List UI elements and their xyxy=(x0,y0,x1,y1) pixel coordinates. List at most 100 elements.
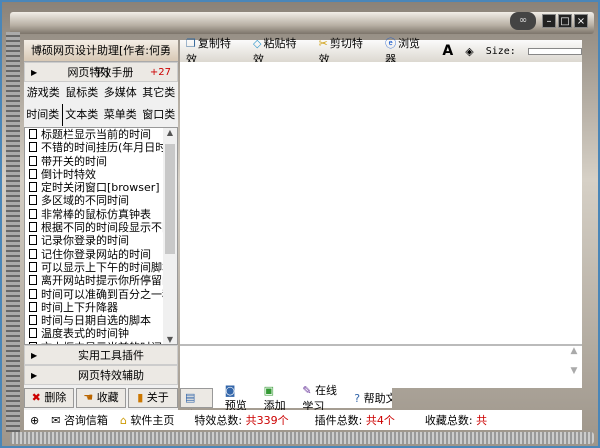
category-tabs: 游戏类 鼠标类 多媒体 其它类 时间类 文本类 菜单类 窗口类 xyxy=(24,82,178,126)
category-tab[interactable]: 菜单类 xyxy=(101,104,140,126)
mail-link[interactable]: ✉ 咨询信箱 xyxy=(51,412,108,428)
list-item-label: 时间可以准确到百分之一秒 xyxy=(41,287,173,301)
about-button[interactable]: ▮ 关于 xyxy=(128,388,178,408)
list-item[interactable]: 根据不同的时间段显示不同 xyxy=(25,221,177,234)
assist-section[interactable]: ▶ 网页特效辅助 xyxy=(24,365,178,385)
favorite-button[interactable]: ☚ 收藏 xyxy=(76,388,126,408)
tools-section[interactable]: ▶ 实用工具插件 xyxy=(24,345,178,365)
preview-area[interactable] xyxy=(180,62,582,344)
tab-label: 帮助文档 xyxy=(363,392,392,405)
list-item[interactable]: 不错的时间挂历(年月日时间 xyxy=(25,141,177,154)
list-item-label: 标题栏显示当前的时间 xyxy=(41,128,151,141)
category-tab[interactable]: 游戏类 xyxy=(24,82,63,104)
toolbar: ❐ 复制特效 ◇ 粘贴特效 ✂ 剪切特效 ⓔ 浏览器 A ◈ Size: xyxy=(180,37,582,66)
list-item-label: 定时关闭窗口[browser] xyxy=(41,181,160,195)
list-item[interactable]: 定时关闭窗口[browser] xyxy=(25,181,177,194)
paste-icon: ◇ xyxy=(253,37,262,50)
list-item-label: 非常棒的鼠标仿真钟表 xyxy=(41,207,151,221)
document-icon: ▤ xyxy=(185,391,196,404)
document-icon xyxy=(29,129,37,139)
document-icon xyxy=(29,315,37,326)
document-icon xyxy=(29,301,37,312)
minimize-button[interactable]: – xyxy=(542,14,556,28)
list-item[interactable]: 多区域的不同时间 xyxy=(25,194,177,207)
category-tab[interactable]: 鼠标类 xyxy=(63,82,102,104)
document-icon xyxy=(29,182,37,193)
door-icon: ▮ xyxy=(137,391,144,404)
tab-help[interactable]: ? 帮助文档 xyxy=(350,390,392,406)
delete-button[interactable]: ✖ 删除 xyxy=(24,388,74,408)
list-item[interactable]: 记住你登录网站的时间 xyxy=(25,248,177,261)
list-item-label: 倒计时特效 xyxy=(41,167,96,181)
size-label: Size: xyxy=(485,45,516,57)
close-button[interactable]: × xyxy=(574,14,588,28)
main-panel: ❐ 复制特效 ◇ 粘贴特效 ✂ 剪切特效 ⓔ 浏览器 A ◈ Size: ▲ ▼ xyxy=(180,37,582,390)
frame-rail xyxy=(6,32,20,432)
effects-total-label: 特效总数: xyxy=(194,414,243,427)
document-icon xyxy=(29,248,37,259)
list-item[interactable]: 非常棒的鼠标仿真钟表 xyxy=(25,208,177,221)
home-link[interactable]: ⌂ 软件主页 xyxy=(120,412,174,428)
status-bar: ⊕ ✉ 咨询信箱 ⌂ 软件主页 特效总数: 共339个 插件总数: 共4个 收藏… xyxy=(24,410,582,430)
document-icon xyxy=(29,168,37,179)
list-item-label: 记录你登录的时间 xyxy=(41,234,129,248)
delete-label: 删除 xyxy=(44,391,67,404)
list-item[interactable]: 温度表式的时间钟 xyxy=(25,327,177,340)
list-scrollbar[interactable]: ▲ ▼ xyxy=(163,128,177,344)
document-icon xyxy=(29,208,37,219)
document-icon xyxy=(29,261,37,272)
paint-bucket-icon[interactable]: ◈ xyxy=(465,45,473,58)
manual-count: +27 xyxy=(149,66,171,78)
manual-label: 网页特效手册 xyxy=(67,66,134,79)
list-item-label: 不错的时间挂历(年月日时间 xyxy=(41,141,178,155)
list-item-label: 记住你登录网站的时间 xyxy=(41,247,151,261)
title-bar[interactable] xyxy=(10,12,594,34)
font-icon[interactable]: A xyxy=(442,43,453,59)
category-tab[interactable]: 其它类 xyxy=(140,82,179,104)
logo-icon: ∞ xyxy=(510,12,536,30)
list-item[interactable]: 倒计时特效 xyxy=(25,168,177,181)
magnifier-icon: ◙ xyxy=(224,383,236,397)
favorites-total-label: 收藏总数: xyxy=(424,414,473,427)
pin-icon: ⊕ xyxy=(30,413,40,427)
expand-icon: ▶ xyxy=(31,350,38,360)
maximize-button[interactable]: □ xyxy=(558,14,572,28)
delete-icon: ✖ xyxy=(31,391,41,404)
list-item[interactable]: 带开关的时间 xyxy=(25,155,177,168)
help-icon: ? xyxy=(354,392,361,405)
document-icon xyxy=(29,155,37,166)
sidebar-title: 博硕网页设计助理[作者:何勇平] xyxy=(24,40,178,79)
manual-section[interactable]: ▶ 网页特效手册 +27 xyxy=(24,62,178,82)
add-icon: ▣ xyxy=(263,383,275,397)
view-tabs: ▤ 代码 ◙ 预览 ▣ 添加 ✎ 在线学习 ? 帮助文档 xyxy=(180,384,392,422)
category-tab[interactable]: 时间类 xyxy=(24,104,63,126)
list-item-label: 离开网站时提示你所停留的 xyxy=(41,274,173,288)
tab-add[interactable]: ▣ 添加 xyxy=(260,384,291,413)
list-item[interactable]: 离开网站时提示你所停留的 xyxy=(25,274,177,287)
list-item[interactable]: 记录你登录的时间 xyxy=(25,234,177,247)
code-textarea[interactable]: ▲ ▼ xyxy=(180,344,582,388)
favorite-label: 收藏 xyxy=(96,391,119,404)
tab-preview[interactable]: ◙ 预览 xyxy=(221,384,252,413)
ie-icon: ⓔ xyxy=(385,37,397,50)
document-icon xyxy=(29,222,37,233)
list-item[interactable]: 可以显示上下午的时间脚本 xyxy=(25,261,177,274)
document-icon xyxy=(29,195,37,206)
about-label: 关于 xyxy=(146,391,169,404)
learning-icon: ✎ xyxy=(302,384,312,397)
bottom-frame xyxy=(10,432,594,444)
list-item-label: 时间与日期自选的脚本 xyxy=(41,314,151,328)
category-tab[interactable]: 窗口类 xyxy=(140,104,179,126)
list-item[interactable]: 时间上下升降器 xyxy=(25,301,177,314)
textarea-scrollbar[interactable]: ▲ ▼ xyxy=(566,346,582,388)
effects-list: 标题栏显示当前的时间 不错的时间挂历(年月日时间 带开关的时间 倒计时特效 定时关闭窗口… xyxy=(24,127,178,345)
list-item[interactable]: 标题栏显示当前的时间 xyxy=(25,128,177,141)
size-slider[interactable] xyxy=(527,47,582,55)
list-item[interactable]: 时间可以准确到百分之一秒 xyxy=(25,288,177,301)
category-tab[interactable]: 多媒体 xyxy=(101,82,140,104)
list-item[interactable]: 时间与日期自选的脚本 xyxy=(25,314,177,327)
category-tab[interactable]: 文本类 xyxy=(63,104,102,126)
tab-code[interactable]: ▤ 代码 xyxy=(180,388,213,422)
mail-label: 咨询信箱 xyxy=(63,414,108,427)
document-icon xyxy=(29,235,37,246)
